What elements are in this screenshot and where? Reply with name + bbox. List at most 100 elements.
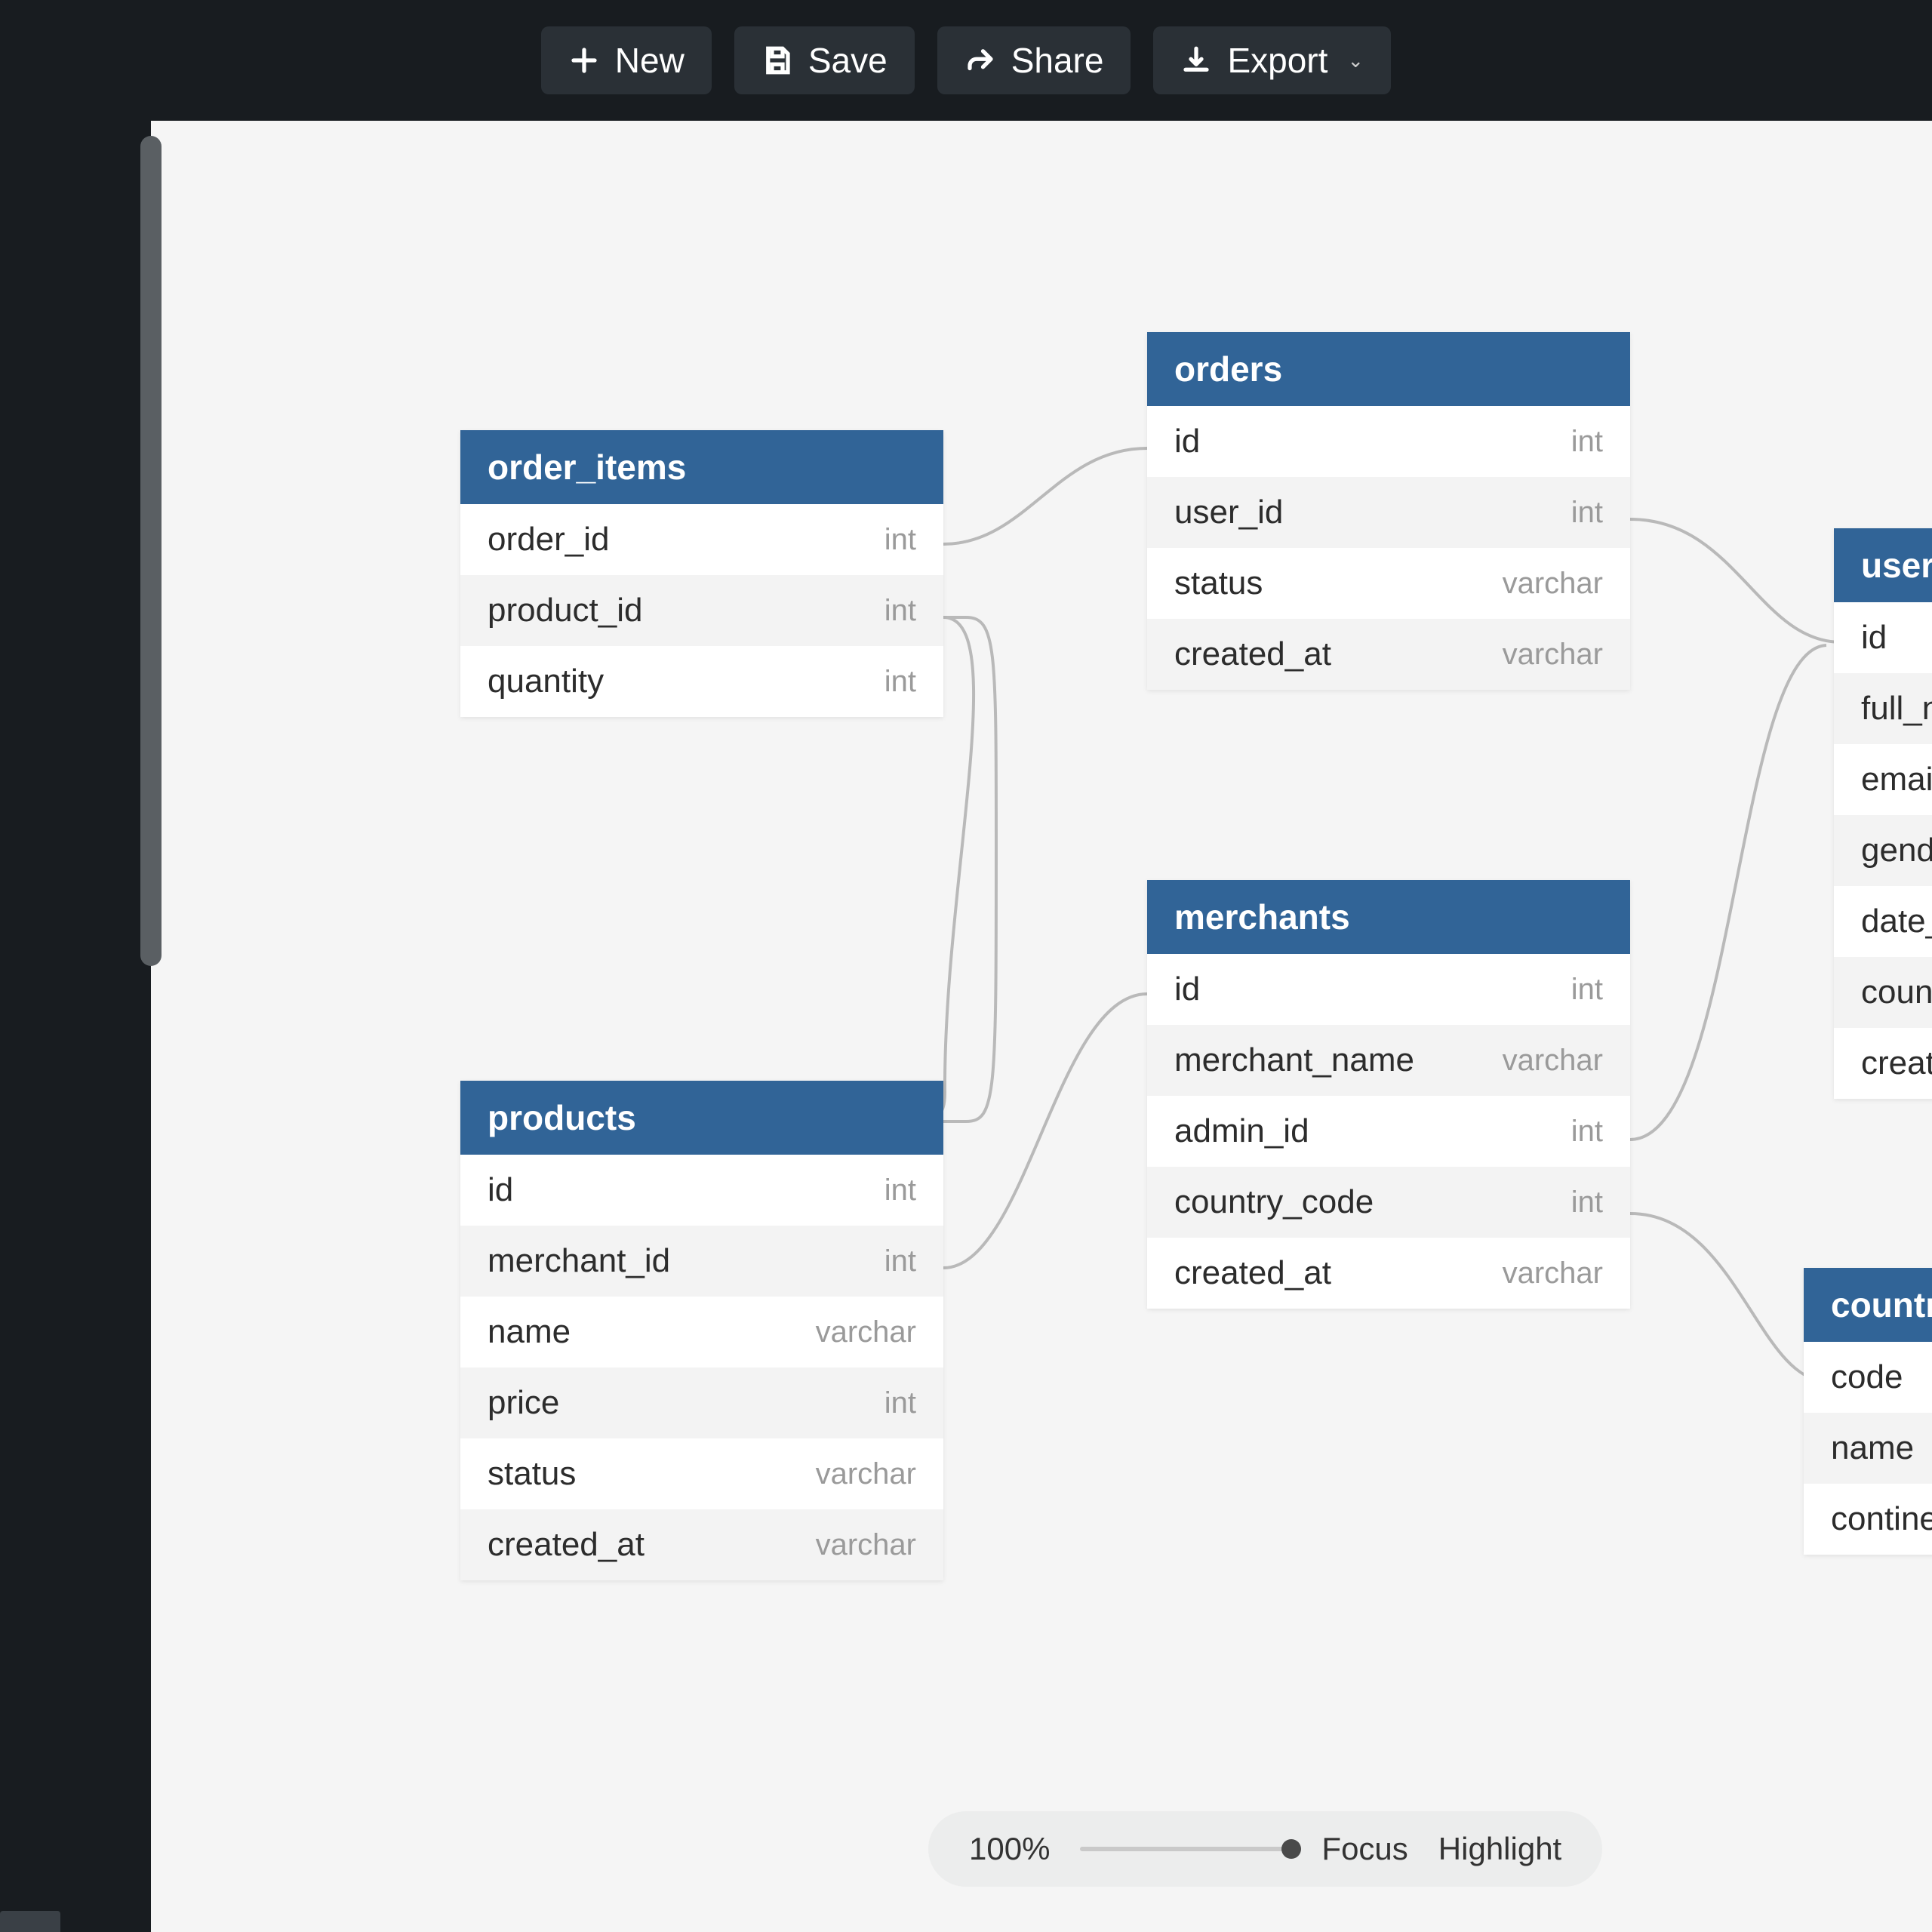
- column-type: varchar: [1503, 638, 1603, 672]
- column-type: int: [1571, 425, 1603, 459]
- column-type: int: [1571, 1115, 1603, 1149]
- sidebar-collapsed-tab[interactable]: [0, 1911, 60, 1932]
- table-header: users: [1834, 528, 1932, 602]
- table-row[interactable]: merchant_id int: [460, 1226, 943, 1297]
- column-name: full_name: [1861, 690, 1932, 728]
- table-row[interactable]: created_at varchar: [460, 1509, 943, 1580]
- column-type: varchar: [1503, 1044, 1603, 1078]
- table-row[interactable]: merchant_namevarchar: [1147, 1025, 1630, 1096]
- column-name: status: [488, 1455, 576, 1493]
- column-name: name: [488, 1313, 571, 1351]
- save-button[interactable]: Save: [734, 26, 915, 94]
- column-name: status: [1174, 565, 1263, 602]
- chevron-down-icon: ⌄: [1347, 49, 1364, 72]
- table-row[interactable]: id int: [1147, 406, 1630, 477]
- zoom-toolbar: 100% Focus Highlight: [928, 1811, 1602, 1887]
- column-name: id: [488, 1171, 513, 1209]
- topbar: New Save Share Export ⌄: [0, 0, 1932, 121]
- column-type: varchar: [816, 1315, 916, 1349]
- column-name: date_joined: [1861, 903, 1932, 940]
- share-icon: [964, 45, 996, 76]
- share-button[interactable]: Share: [937, 26, 1131, 94]
- save-icon: [761, 45, 793, 76]
- zoom-slider[interactable]: [1080, 1847, 1291, 1851]
- column-name: merchant_id: [488, 1242, 670, 1280]
- column-type: int: [884, 1174, 916, 1208]
- column-name: product_id: [488, 592, 642, 629]
- table-row[interactable]: price int: [460, 1367, 943, 1438]
- table-users[interactable]: users id full_name email gender date_joi…: [1834, 528, 1932, 1099]
- column-type: varchar: [1503, 567, 1603, 601]
- zoom-percent: 100%: [969, 1831, 1050, 1867]
- table-row[interactable]: full_name: [1834, 673, 1932, 744]
- download-icon: [1180, 45, 1212, 76]
- zoom-slider-thumb[interactable]: [1281, 1839, 1301, 1859]
- table-countries[interactable]: countries code name continent: [1804, 1268, 1932, 1555]
- new-label: New: [615, 40, 685, 81]
- table-header: merchants: [1147, 880, 1630, 954]
- share-label: Share: [1011, 40, 1104, 81]
- table-header: orders: [1147, 332, 1630, 406]
- sidebar: [0, 121, 151, 1932]
- table-row[interactable]: created_at: [1834, 1028, 1932, 1099]
- highlight-button[interactable]: Highlight: [1438, 1831, 1561, 1867]
- column-type: int: [1571, 973, 1603, 1007]
- table-row[interactable]: created_at varchar: [1147, 619, 1630, 690]
- column-type: int: [1571, 496, 1603, 530]
- column-type: int: [884, 523, 916, 557]
- table-row[interactable]: name varchar: [460, 1297, 943, 1367]
- sidebar-scrollbar[interactable]: [140, 136, 162, 966]
- table-header: products: [460, 1081, 943, 1155]
- table-row[interactable]: admin_id int: [1147, 1096, 1630, 1167]
- table-row[interactable]: order_id int: [460, 504, 943, 575]
- table-row[interactable]: status varchar: [460, 1438, 943, 1509]
- column-name: created_at: [1861, 1044, 1932, 1082]
- table-merchants[interactable]: merchants id int merchant_namevarchar adm…: [1147, 880, 1630, 1309]
- column-type: int: [884, 665, 916, 699]
- table-products[interactable]: products idint merchant_idint namevarcha…: [460, 1081, 943, 1580]
- column-name: created_at: [488, 1526, 645, 1564]
- column-type: int: [884, 1386, 916, 1420]
- table-row[interactable]: user_idint: [1147, 477, 1630, 548]
- column-name: id: [1174, 971, 1200, 1008]
- column-name: created_at: [1174, 635, 1331, 673]
- new-button[interactable]: New: [541, 26, 712, 94]
- table-row[interactable]: date_joined: [1834, 886, 1932, 957]
- table-row[interactable]: name: [1804, 1413, 1932, 1484]
- column-name: gender: [1861, 832, 1932, 869]
- table-order-items[interactable]: order_items order_idint product_idint qu…: [460, 430, 943, 717]
- column-name: id: [1174, 423, 1200, 460]
- column-type: int: [884, 594, 916, 628]
- column-name: price: [488, 1384, 559, 1422]
- column-name: code: [1831, 1358, 1903, 1396]
- table-row[interactable]: code: [1804, 1342, 1932, 1413]
- table-row[interactable]: status varchar: [1147, 548, 1630, 619]
- column-name: country_code: [1174, 1183, 1374, 1221]
- table-row[interactable]: country_code: [1834, 957, 1932, 1028]
- column-type: varchar: [816, 1457, 916, 1491]
- column-name: quantity: [488, 663, 604, 700]
- column-name: name: [1831, 1429, 1914, 1467]
- table-row[interactable]: product_id int: [460, 575, 943, 646]
- column-name: order_id: [488, 521, 609, 558]
- table-row[interactable]: id: [1834, 602, 1932, 673]
- column-name: admin_id: [1174, 1112, 1309, 1150]
- table-row[interactable]: quantity int: [460, 646, 943, 717]
- table-header: order_items: [460, 430, 943, 504]
- table-row[interactable]: email: [1834, 744, 1932, 815]
- export-label: Export: [1227, 40, 1327, 81]
- table-row[interactable]: continent: [1804, 1484, 1932, 1555]
- table-row[interactable]: created_atvarchar: [1147, 1238, 1630, 1309]
- column-type: int: [884, 1244, 916, 1278]
- table-orders[interactable]: orders id int user_idint status varchar cr…: [1147, 332, 1630, 690]
- table-row[interactable]: country_codeint: [1147, 1167, 1630, 1238]
- diagram-canvas[interactable]: order_items order_idint product_idint qu…: [181, 121, 1932, 1932]
- table-row[interactable]: gender: [1834, 815, 1932, 886]
- export-button[interactable]: Export ⌄: [1153, 26, 1391, 94]
- focus-button[interactable]: Focus: [1321, 1831, 1407, 1867]
- table-header: countries: [1804, 1268, 1932, 1342]
- table-row[interactable]: id int: [460, 1155, 943, 1226]
- column-name: continent: [1831, 1500, 1932, 1538]
- column-type: varchar: [816, 1528, 916, 1562]
- table-row[interactable]: id int: [1147, 954, 1630, 1025]
